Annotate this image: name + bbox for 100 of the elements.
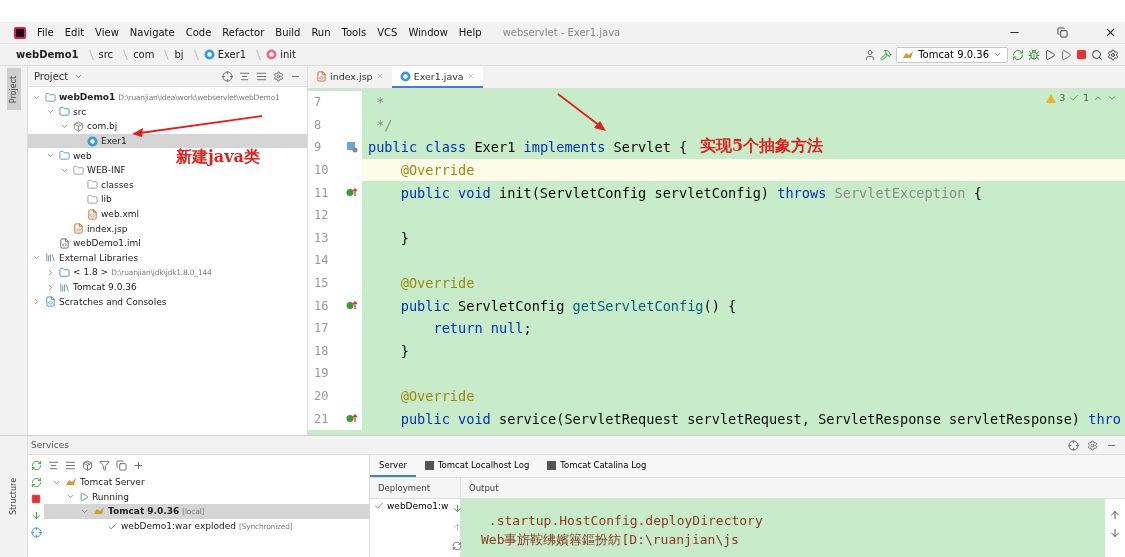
- menu-item[interactable]: File: [37, 27, 54, 38]
- refresh-icon[interactable]: [452, 541, 463, 551]
- implements-marker-icon[interactable]: [346, 300, 358, 312]
- rerun-icon[interactable]: [1012, 48, 1024, 61]
- breadcrumb[interactable]: webDemo1: [16, 49, 79, 60]
- class-icon: [399, 70, 411, 82]
- tree-item[interactable]: index.jsp: [28, 221, 132, 236]
- scratch-icon: [45, 296, 56, 308]
- restore-icon[interactable]: [1057, 27, 1068, 38]
- breadcrumb[interactable]: init: [266, 49, 296, 60]
- deployed-check-icon: [374, 501, 384, 512]
- line-number: 16: [314, 298, 329, 313]
- build-icon[interactable]: [880, 48, 893, 61]
- settings-icon[interactable]: [1087, 439, 1098, 451]
- settings-icon[interactable]: [1107, 48, 1119, 61]
- user-icon[interactable]: [864, 48, 877, 61]
- update-icon[interactable]: [30, 477, 42, 488]
- tree-item[interactable]: Tomcat Server: [44, 475, 149, 490]
- menu-item[interactable]: Edit: [64, 27, 85, 38]
- method-icon: [266, 49, 278, 60]
- tree-item-label: WEB-INF: [87, 165, 126, 176]
- menu-item[interactable]: Window: [408, 27, 448, 38]
- run-configuration-dropdown[interactable]: Tomcat 9.0.36: [896, 46, 1008, 63]
- menu-item[interactable]: Tools: [341, 27, 367, 38]
- tree-item[interactable]: External Libraries: [28, 250, 143, 266]
- menu-item[interactable]: Code: [185, 27, 212, 38]
- tree-item[interactable]: classes: [28, 177, 138, 193]
- add-icon[interactable]: [133, 459, 144, 471]
- tree-item[interactable]: lib: [28, 192, 116, 207]
- tree-item[interactable]: web: [28, 148, 96, 163]
- side-tab[interactable]: Project: [6, 68, 21, 110]
- tree-item[interactable]: Exer1: [28, 133, 307, 149]
- collapse-all-icon[interactable]: [256, 70, 267, 82]
- scroll-down-icon[interactable]: [1109, 527, 1121, 539]
- breadcrumb[interactable]: bj: [174, 49, 184, 60]
- collapse-all-icon[interactable]: [65, 459, 76, 471]
- code-text: public class Exer1 implements Servlet {: [367, 139, 688, 156]
- tree-item-label: src: [73, 106, 87, 117]
- menu-item[interactable]: Help: [458, 27, 482, 38]
- deployment-item[interactable]: webDemo1:w: [370, 499, 453, 514]
- jdk-folder-icon: [59, 266, 70, 278]
- annotation-text: 实现5个抽象方法: [700, 136, 824, 157]
- editor-tab[interactable]: Exer1.java: [391, 66, 483, 88]
- search-icon[interactable]: [1091, 48, 1103, 61]
- tree-item-label: Tomcat Server: [80, 477, 145, 488]
- module-folder-icon: [45, 91, 56, 103]
- previous-icon[interactable]: [1093, 93, 1103, 103]
- stop-icon[interactable]: [31, 494, 41, 504]
- warning-count[interactable]: 3: [1059, 93, 1066, 103]
- tool-tab[interactable]: Tomcat Catalina Log: [538, 455, 656, 477]
- breadcrumb[interactable]: Exer1: [203, 49, 247, 60]
- tree-item[interactable]: Tomcat 9.0.36: [28, 279, 141, 295]
- editor-tab[interactable]: index.jsp: [308, 66, 392, 88]
- tree-item[interactable]: src: [28, 104, 91, 120]
- implements-marker-icon[interactable]: [346, 187, 358, 199]
- menu-item[interactable]: Build: [275, 27, 301, 38]
- implements-marker-icon[interactable]: [346, 413, 358, 425]
- breadcrumb[interactable]: com: [133, 49, 155, 60]
- close-icon[interactable]: [1104, 26, 1117, 39]
- filter-icon[interactable]: [99, 459, 110, 471]
- panel-title: Services: [31, 440, 69, 450]
- scroll-up-icon[interactable]: [1109, 509, 1121, 521]
- window-title: webservlet - Exer1.java: [502, 27, 622, 38]
- column-header: Deployment: [370, 478, 460, 499]
- tree-item[interactable]: com.bj: [28, 119, 122, 134]
- folder-icon: [87, 193, 98, 205]
- log-line: .startup.HostConfig.deployDirectory: [487, 513, 764, 528]
- tree-item-label: classes: [101, 179, 134, 190]
- breadcrumb[interactable]: src: [98, 49, 114, 60]
- tree-item-label: External Libraries: [59, 252, 139, 263]
- deploy-icon[interactable]: [30, 510, 42, 521]
- restart-icon[interactable]: [30, 460, 42, 471]
- line-number: 8: [314, 117, 322, 132]
- expand-all-icon[interactable]: [48, 459, 59, 471]
- menu-item[interactable]: Refactor: [222, 27, 265, 38]
- tree-item[interactable]: Running: [44, 489, 133, 505]
- log-line: Web事旂鞍绋嬪簭鏂扮紡[D:\ruanjian\js: [481, 531, 740, 549]
- menu-item[interactable]: View: [95, 27, 119, 38]
- stop-icon[interactable]: [1076, 49, 1087, 60]
- dropdown-caret-icon: [993, 50, 1002, 59]
- menu-item[interactable]: Navigate: [129, 27, 175, 38]
- menu-item[interactable]: Run: [311, 27, 331, 38]
- tree-item-label: Tomcat 9.0.36: [108, 506, 180, 517]
- class-marker-icon[interactable]: [346, 141, 358, 154]
- tree-item[interactable]: WEB-INF: [28, 162, 130, 178]
- class-icon: [203, 49, 215, 60]
- tree-item[interactable]: web.xml: [28, 206, 144, 222]
- deploy-icon[interactable]: [452, 503, 464, 514]
- next-icon[interactable]: [1107, 93, 1117, 103]
- tree-item[interactable]: webDemo1.iml: [28, 235, 145, 251]
- panel-title[interactable]: Project: [34, 70, 69, 82]
- locate-icon[interactable]: [222, 70, 233, 82]
- code-text: }: [399, 342, 409, 359]
- check-count[interactable]: 1: [1083, 93, 1089, 103]
- settings-icon[interactable]: [273, 70, 284, 82]
- tool-tab[interactable]: Tomcat Localhost Log: [415, 455, 539, 477]
- menu-item[interactable]: VCS: [377, 27, 398, 38]
- tree-item[interactable]: Scratches and Consoles: [28, 294, 171, 309]
- xml-file-icon: [87, 208, 98, 220]
- expand-all-icon[interactable]: [239, 70, 250, 82]
